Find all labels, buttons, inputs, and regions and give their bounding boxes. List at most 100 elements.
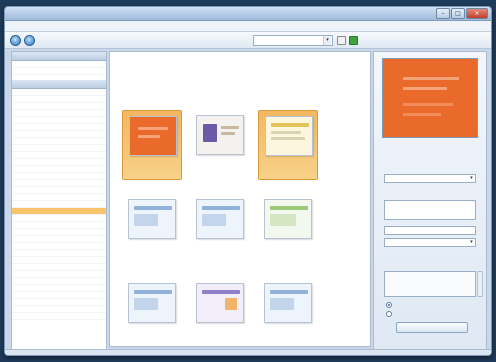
option-radio[interactable]: [386, 311, 392, 317]
template-item[interactable]: [258, 110, 318, 180]
options-button[interactable]: [396, 322, 468, 333]
menu-item[interactable]: [35, 23, 57, 30]
template-thumbnail: [196, 115, 244, 155]
menu-item[interactable]: [251, 23, 273, 30]
template-thumbnail: [265, 116, 313, 156]
sidebar-item[interactable]: [12, 180, 106, 187]
chevron-down-icon: ▾: [470, 239, 473, 245]
thumbnail-shape: [138, 135, 160, 138]
sidebar-item[interactable]: [12, 187, 106, 194]
sidebar-item[interactable]: [12, 103, 106, 110]
menu-item[interactable]: [131, 23, 153, 30]
back-button[interactable]: ‹: [10, 35, 21, 46]
menu-item[interactable]: [59, 23, 81, 30]
option-radio-label: [395, 311, 475, 317]
menu-item[interactable]: [179, 23, 201, 30]
sidebar-item[interactable]: [12, 306, 106, 313]
sidebar-item[interactable]: [12, 250, 106, 257]
template-thumbnail: [196, 199, 244, 239]
details-field[interactable]: ▾: [384, 238, 476, 247]
template-label: [261, 244, 315, 260]
sidebar-item[interactable]: [12, 229, 106, 236]
filter-select[interactable]: ▾: [253, 35, 333, 46]
status-bar: [5, 349, 491, 355]
template-item[interactable]: [190, 194, 250, 264]
options-scrollbar[interactable]: [477, 271, 483, 297]
sidebar-item[interactable]: [12, 215, 106, 222]
template-label: [125, 244, 179, 260]
option-radio[interactable]: [386, 302, 392, 308]
sidebar-item[interactable]: [12, 110, 106, 117]
sidebar-item[interactable]: [12, 194, 106, 201]
forward-button[interactable]: ›: [24, 35, 35, 46]
status-action[interactable]: [375, 351, 399, 355]
chevron-down-icon: ▾: [470, 175, 473, 181]
details-text: [382, 187, 482, 194]
sidebar-item[interactable]: [12, 96, 106, 103]
details-field[interactable]: [384, 226, 476, 235]
chevron-down-icon: ▾: [323, 36, 331, 45]
sidebar-item[interactable]: [12, 243, 106, 250]
view-grid-icon[interactable]: [337, 36, 346, 45]
template-thumbnail: [264, 199, 312, 239]
template-label: [193, 328, 247, 344]
breadcrumb[interactable]: [120, 88, 240, 95]
sidebar-section-header: [12, 80, 106, 89]
template-item[interactable]: [122, 110, 182, 180]
sidebar-item[interactable]: [12, 264, 106, 271]
sidebar-item[interactable]: [12, 236, 106, 243]
sidebar-item[interactable]: [12, 292, 106, 299]
template-item[interactable]: [122, 278, 182, 346]
sidebar-item[interactable]: [12, 222, 106, 229]
thumbnail-shape: [225, 298, 237, 310]
sidebar-item[interactable]: [12, 124, 106, 131]
menu-item[interactable]: [11, 23, 33, 30]
sidebar-item[interactable]: [12, 138, 106, 145]
details-field[interactable]: ▾: [384, 174, 476, 183]
sidebar-item[interactable]: [12, 131, 106, 138]
thumbnail-shape: [202, 214, 226, 226]
menu-item[interactable]: [203, 23, 225, 30]
maximize-button[interactable]: □: [451, 8, 465, 19]
sidebar-item[interactable]: [12, 201, 106, 208]
template-item[interactable]: [190, 110, 250, 180]
title-bar[interactable]: – □ ×: [5, 7, 491, 21]
sidebar-item[interactable]: [12, 257, 106, 264]
view-green-icon[interactable]: [349, 36, 358, 45]
menu-item[interactable]: [107, 23, 129, 30]
sidebar-item[interactable]: [12, 313, 106, 320]
sidebar-item[interactable]: [12, 152, 106, 159]
menu-item[interactable]: [83, 23, 105, 30]
sidebar-item[interactable]: [12, 117, 106, 124]
minimize-button[interactable]: –: [436, 8, 450, 19]
status-action[interactable]: [315, 351, 339, 355]
thumbnail-shape: [271, 137, 305, 140]
template-thumbnail: [128, 283, 176, 323]
page-title: [115, 60, 295, 72]
close-button[interactable]: ×: [466, 8, 488, 19]
sidebar-item[interactable]: [12, 61, 106, 68]
sidebar-item[interactable]: [12, 68, 106, 75]
template-item[interactable]: [258, 278, 318, 346]
template-item[interactable]: [258, 194, 318, 264]
sidebar-item[interactable]: [12, 285, 106, 292]
sidebar-item[interactable]: [12, 159, 106, 166]
menu-item[interactable]: [155, 23, 177, 30]
sidebar-section-header: [12, 52, 106, 61]
sidebar-item[interactable]: [12, 271, 106, 278]
template-item[interactable]: [190, 278, 250, 346]
sidebar-item[interactable]: [12, 278, 106, 285]
sidebar-item[interactable]: [12, 299, 106, 306]
sidebar-item[interactable]: [12, 89, 106, 96]
sidebar-item[interactable]: [12, 166, 106, 173]
template-item[interactable]: [122, 194, 182, 264]
sidebar-item[interactable]: [12, 208, 106, 215]
menu-item[interactable]: [227, 23, 249, 30]
toolbar-label: [109, 37, 179, 44]
sidebar-item[interactable]: [12, 173, 106, 180]
window-title: [155, 10, 335, 17]
status-action[interactable]: [425, 351, 449, 355]
details-field[interactable]: [384, 200, 476, 220]
sidebar-item[interactable]: [12, 145, 106, 152]
template-thumbnail: [264, 283, 312, 323]
